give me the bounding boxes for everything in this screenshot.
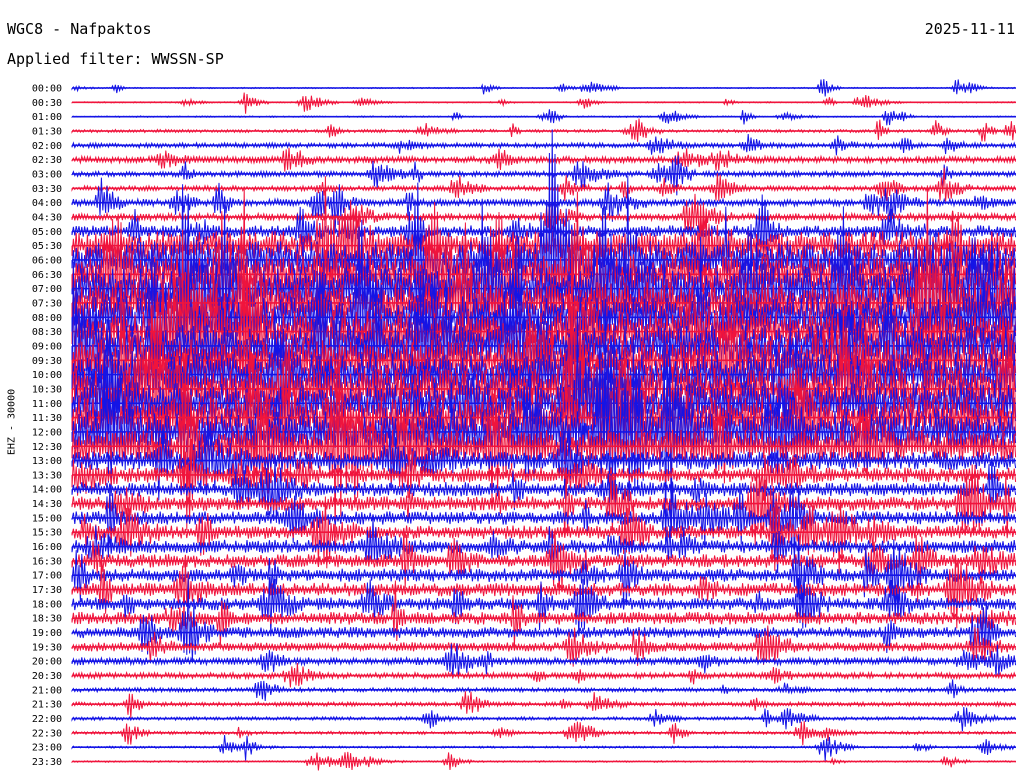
row-time-label: 06:30 (32, 270, 62, 281)
row-time-label: 02:30 (32, 155, 62, 166)
row-time-label: 19:30 (32, 642, 62, 653)
row-time-label: 04:00 (32, 198, 62, 209)
row-time-label: 10:00 (32, 370, 62, 381)
trace-row-0030 (71, 92, 1016, 114)
row-time-label: 06:00 (32, 255, 62, 266)
trace-row-1530 (71, 496, 1017, 574)
row-time-label: 11:30 (32, 413, 62, 424)
row-time-label: 12:30 (32, 442, 62, 453)
row-time-label: 01:30 (32, 126, 62, 137)
time-label-layer: 00:00 00:30 01:00 01:30 02:00 02:30 03:00 03:30… (32, 84, 62, 769)
row-time-label: 18:30 (32, 614, 62, 625)
row-time-label: 00:00 (32, 84, 62, 95)
row-time-label: 03:30 (32, 184, 62, 195)
row-time-label: 20:00 (32, 657, 62, 668)
row-time-label: 22:30 (32, 728, 62, 739)
row-time-label: 18:00 (32, 599, 62, 610)
row-time-label: 17:30 (32, 585, 62, 596)
row-time-label: 10:30 (32, 384, 62, 395)
row-time-label: 02:00 (32, 141, 62, 152)
row-time-label: 05:00 (32, 227, 62, 238)
row-time-label: 21:30 (32, 700, 62, 711)
trace-row-1830 (71, 580, 1017, 648)
row-time-label: 09:30 (32, 356, 62, 367)
row-time-label: 17:00 (32, 571, 62, 582)
row-time-label: 16:00 (32, 542, 62, 553)
row-time-label: 08:00 (32, 313, 62, 324)
row-time-label: 00:30 (32, 98, 62, 109)
row-time-label: 08:30 (32, 327, 62, 338)
row-time-label: 09:00 (32, 341, 62, 352)
row-time-label: 11:00 (32, 399, 62, 410)
trace-row-0130 (71, 118, 1017, 142)
trace-row-1900 (71, 577, 1017, 663)
row-time-label: 19:00 (32, 628, 62, 639)
row-time-label: 14:30 (32, 499, 62, 510)
row-time-label: 23:00 (32, 743, 62, 754)
row-time-label: 03:00 (32, 169, 62, 180)
row-time-label: 04:30 (32, 212, 62, 223)
helicorder-plot: 00:00 00:30 01:00 01:30 02:00 02:30 03:00 03:30… (32, 79, 1017, 771)
trace-row-1430 (71, 464, 1017, 546)
row-time-label: 13:30 (32, 470, 62, 481)
row-time-label: 22:00 (32, 714, 62, 725)
trace-row-2300 (71, 735, 1017, 762)
row-time-label: 20:30 (32, 671, 62, 682)
row-time-label: 05:30 (32, 241, 62, 252)
row-time-label: 15:00 (32, 513, 62, 524)
row-time-label: 23:30 (32, 757, 62, 768)
row-time-label: 07:30 (32, 298, 62, 309)
trace-layer (71, 79, 1017, 771)
row-time-label: 21:00 (32, 685, 62, 696)
row-time-label: 15:30 (32, 528, 62, 539)
row-time-label: 07:00 (32, 284, 62, 295)
row-time-label: 14:00 (32, 485, 62, 496)
row-time-label: 13:00 (32, 456, 62, 467)
row-time-label: 12:00 (32, 427, 62, 438)
row-time-label: 16:30 (32, 556, 62, 567)
row-time-label: 01:00 (32, 112, 62, 123)
trace-row-0300 (71, 155, 1017, 196)
